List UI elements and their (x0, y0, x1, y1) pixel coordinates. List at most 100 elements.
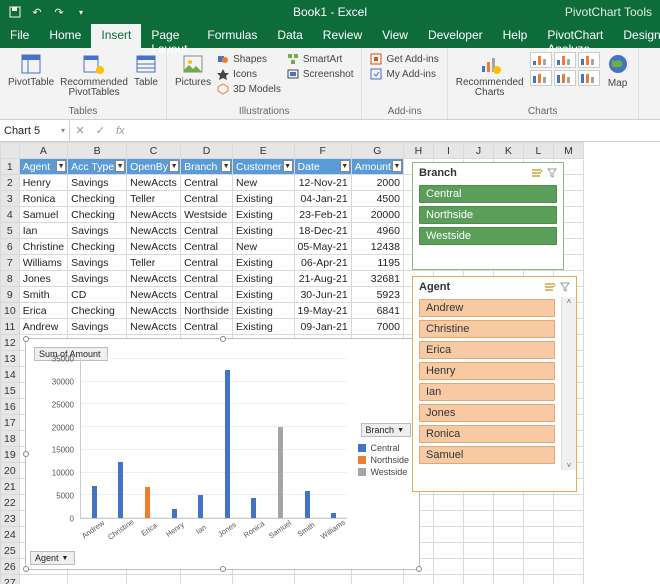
cell[interactable]: Westside (181, 207, 233, 223)
row-header[interactable]: 1 (1, 159, 20, 175)
slicer-item[interactable]: Central (419, 185, 557, 203)
filter-dropdown-icon[interactable]: ▼ (169, 160, 179, 172)
cell[interactable]: Central (181, 319, 233, 335)
chart-bar[interactable] (198, 495, 203, 518)
cell[interactable]: Checking (68, 191, 127, 207)
table-header-cell[interactable]: Acc Type▼ (68, 159, 127, 175)
chart-legend-field-button[interactable]: Branch▼ (361, 423, 411, 437)
multi-select-icon[interactable] (531, 168, 543, 178)
chart-axis-field-button[interactable]: Agent▼ (30, 551, 75, 565)
cell[interactable]: 04-Jan-21 (294, 191, 351, 207)
cell[interactable]: Checking (68, 303, 127, 319)
cell[interactable] (493, 527, 523, 543)
cell[interactable]: NewAccts (127, 303, 181, 319)
cell[interactable]: Existing (233, 319, 295, 335)
row-header[interactable]: 16 (1, 399, 20, 415)
chart-bar[interactable] (225, 370, 230, 518)
row-header[interactable]: 24 (1, 527, 20, 543)
cell[interactable] (553, 527, 583, 543)
cell[interactable] (433, 527, 463, 543)
chart-type-bar2-button[interactable] (530, 70, 552, 86)
cell[interactable]: Central (181, 239, 233, 255)
cell[interactable]: 12438 (351, 239, 403, 255)
filter-dropdown-icon[interactable]: ▼ (56, 160, 66, 172)
pivottable-button[interactable]: PivotTable (8, 52, 54, 88)
cell[interactable]: 20000 (351, 207, 403, 223)
tab-home[interactable]: Home (39, 24, 91, 48)
cell[interactable]: Central (181, 191, 233, 207)
screenshot-button[interactable]: Screenshot (287, 67, 354, 81)
cell[interactable] (493, 511, 523, 527)
undo-icon[interactable]: ↶ (30, 5, 44, 19)
cell[interactable]: Existing (233, 287, 295, 303)
cell[interactable]: Savings (68, 175, 127, 191)
tab-developer[interactable]: Developer (418, 24, 493, 48)
cell[interactable]: NewAccts (127, 239, 181, 255)
filter-dropdown-icon[interactable]: ▼ (392, 160, 402, 172)
column-header[interactable]: B (68, 143, 127, 159)
cell[interactable]: NewAccts (127, 319, 181, 335)
cell[interactable]: 6841 (351, 303, 403, 319)
cell[interactable]: NewAccts (127, 271, 181, 287)
fx-icon[interactable]: fx (116, 125, 125, 137)
chart-bar[interactable] (118, 462, 123, 519)
cell[interactable]: 06-Apr-21 (294, 255, 351, 271)
row-header[interactable]: 17 (1, 415, 20, 431)
cell[interactable]: Central (181, 223, 233, 239)
cell[interactable]: Northside (181, 303, 233, 319)
cell[interactable]: Checking (68, 207, 127, 223)
cell[interactable] (553, 559, 583, 575)
cell[interactable]: 18-Dec-21 (294, 223, 351, 239)
chart-bar[interactable] (172, 509, 177, 518)
icons-button[interactable]: Icons (217, 67, 281, 81)
filter-dropdown-icon[interactable]: ▼ (283, 160, 293, 172)
cell[interactable] (181, 575, 233, 584)
slicer-scrollbar[interactable]: ˄ ˅ (561, 297, 576, 470)
row-header[interactable]: 25 (1, 543, 20, 559)
cell[interactable]: 4960 (351, 223, 403, 239)
column-header[interactable]: E (233, 143, 295, 159)
cell[interactable] (553, 575, 583, 584)
tab-formulas[interactable]: Formulas (197, 24, 267, 48)
column-header[interactable]: J (463, 143, 493, 159)
cell[interactable]: Existing (233, 191, 295, 207)
cell[interactable]: Christine (19, 239, 67, 255)
row-header[interactable]: 4 (1, 207, 20, 223)
legend-item[interactable]: Westside (358, 467, 409, 477)
cell[interactable]: Existing (233, 223, 295, 239)
cell[interactable]: NewAccts (127, 175, 181, 191)
column-header[interactable]: H (403, 143, 433, 159)
column-header[interactable]: A (19, 143, 67, 159)
cell[interactable]: Teller (127, 191, 181, 207)
row-header[interactable]: 5 (1, 223, 20, 239)
select-all-cell[interactable] (1, 143, 20, 159)
table-header-cell[interactable]: Agent▼ (19, 159, 67, 175)
cell[interactable] (433, 543, 463, 559)
cell[interactable] (523, 543, 553, 559)
cell[interactable]: Existing (233, 255, 295, 271)
cell[interactable]: New (233, 239, 295, 255)
cell[interactable]: Central (181, 175, 233, 191)
row-header[interactable]: 8 (1, 271, 20, 287)
cell[interactable]: Existing (233, 207, 295, 223)
chart-bar[interactable] (331, 513, 336, 518)
cell[interactable]: New (233, 175, 295, 191)
row-header[interactable]: 9 (1, 287, 20, 303)
column-header[interactable]: K (493, 143, 523, 159)
cell[interactable] (127, 575, 181, 584)
cell[interactable] (463, 559, 493, 575)
cell[interactable]: 2000 (351, 175, 403, 191)
row-header[interactable]: 14 (1, 367, 20, 383)
cell[interactable] (433, 559, 463, 575)
cell[interactable] (68, 575, 127, 584)
tab-pivotchart-analyze[interactable]: PivotChart Analyze (537, 24, 613, 48)
chart-type-bar-button[interactable] (530, 52, 552, 68)
cell[interactable] (19, 575, 67, 584)
formula-input[interactable] (130, 120, 660, 141)
cell[interactable]: Williams (19, 255, 67, 271)
cell[interactable]: Ian (19, 223, 67, 239)
pivot-chart[interactable]: + Sum of Amount Branch▼ CentralNorthside… (25, 338, 420, 570)
column-header[interactable]: I (433, 143, 463, 159)
cell[interactable]: Central (181, 287, 233, 303)
cell[interactable] (493, 575, 523, 584)
